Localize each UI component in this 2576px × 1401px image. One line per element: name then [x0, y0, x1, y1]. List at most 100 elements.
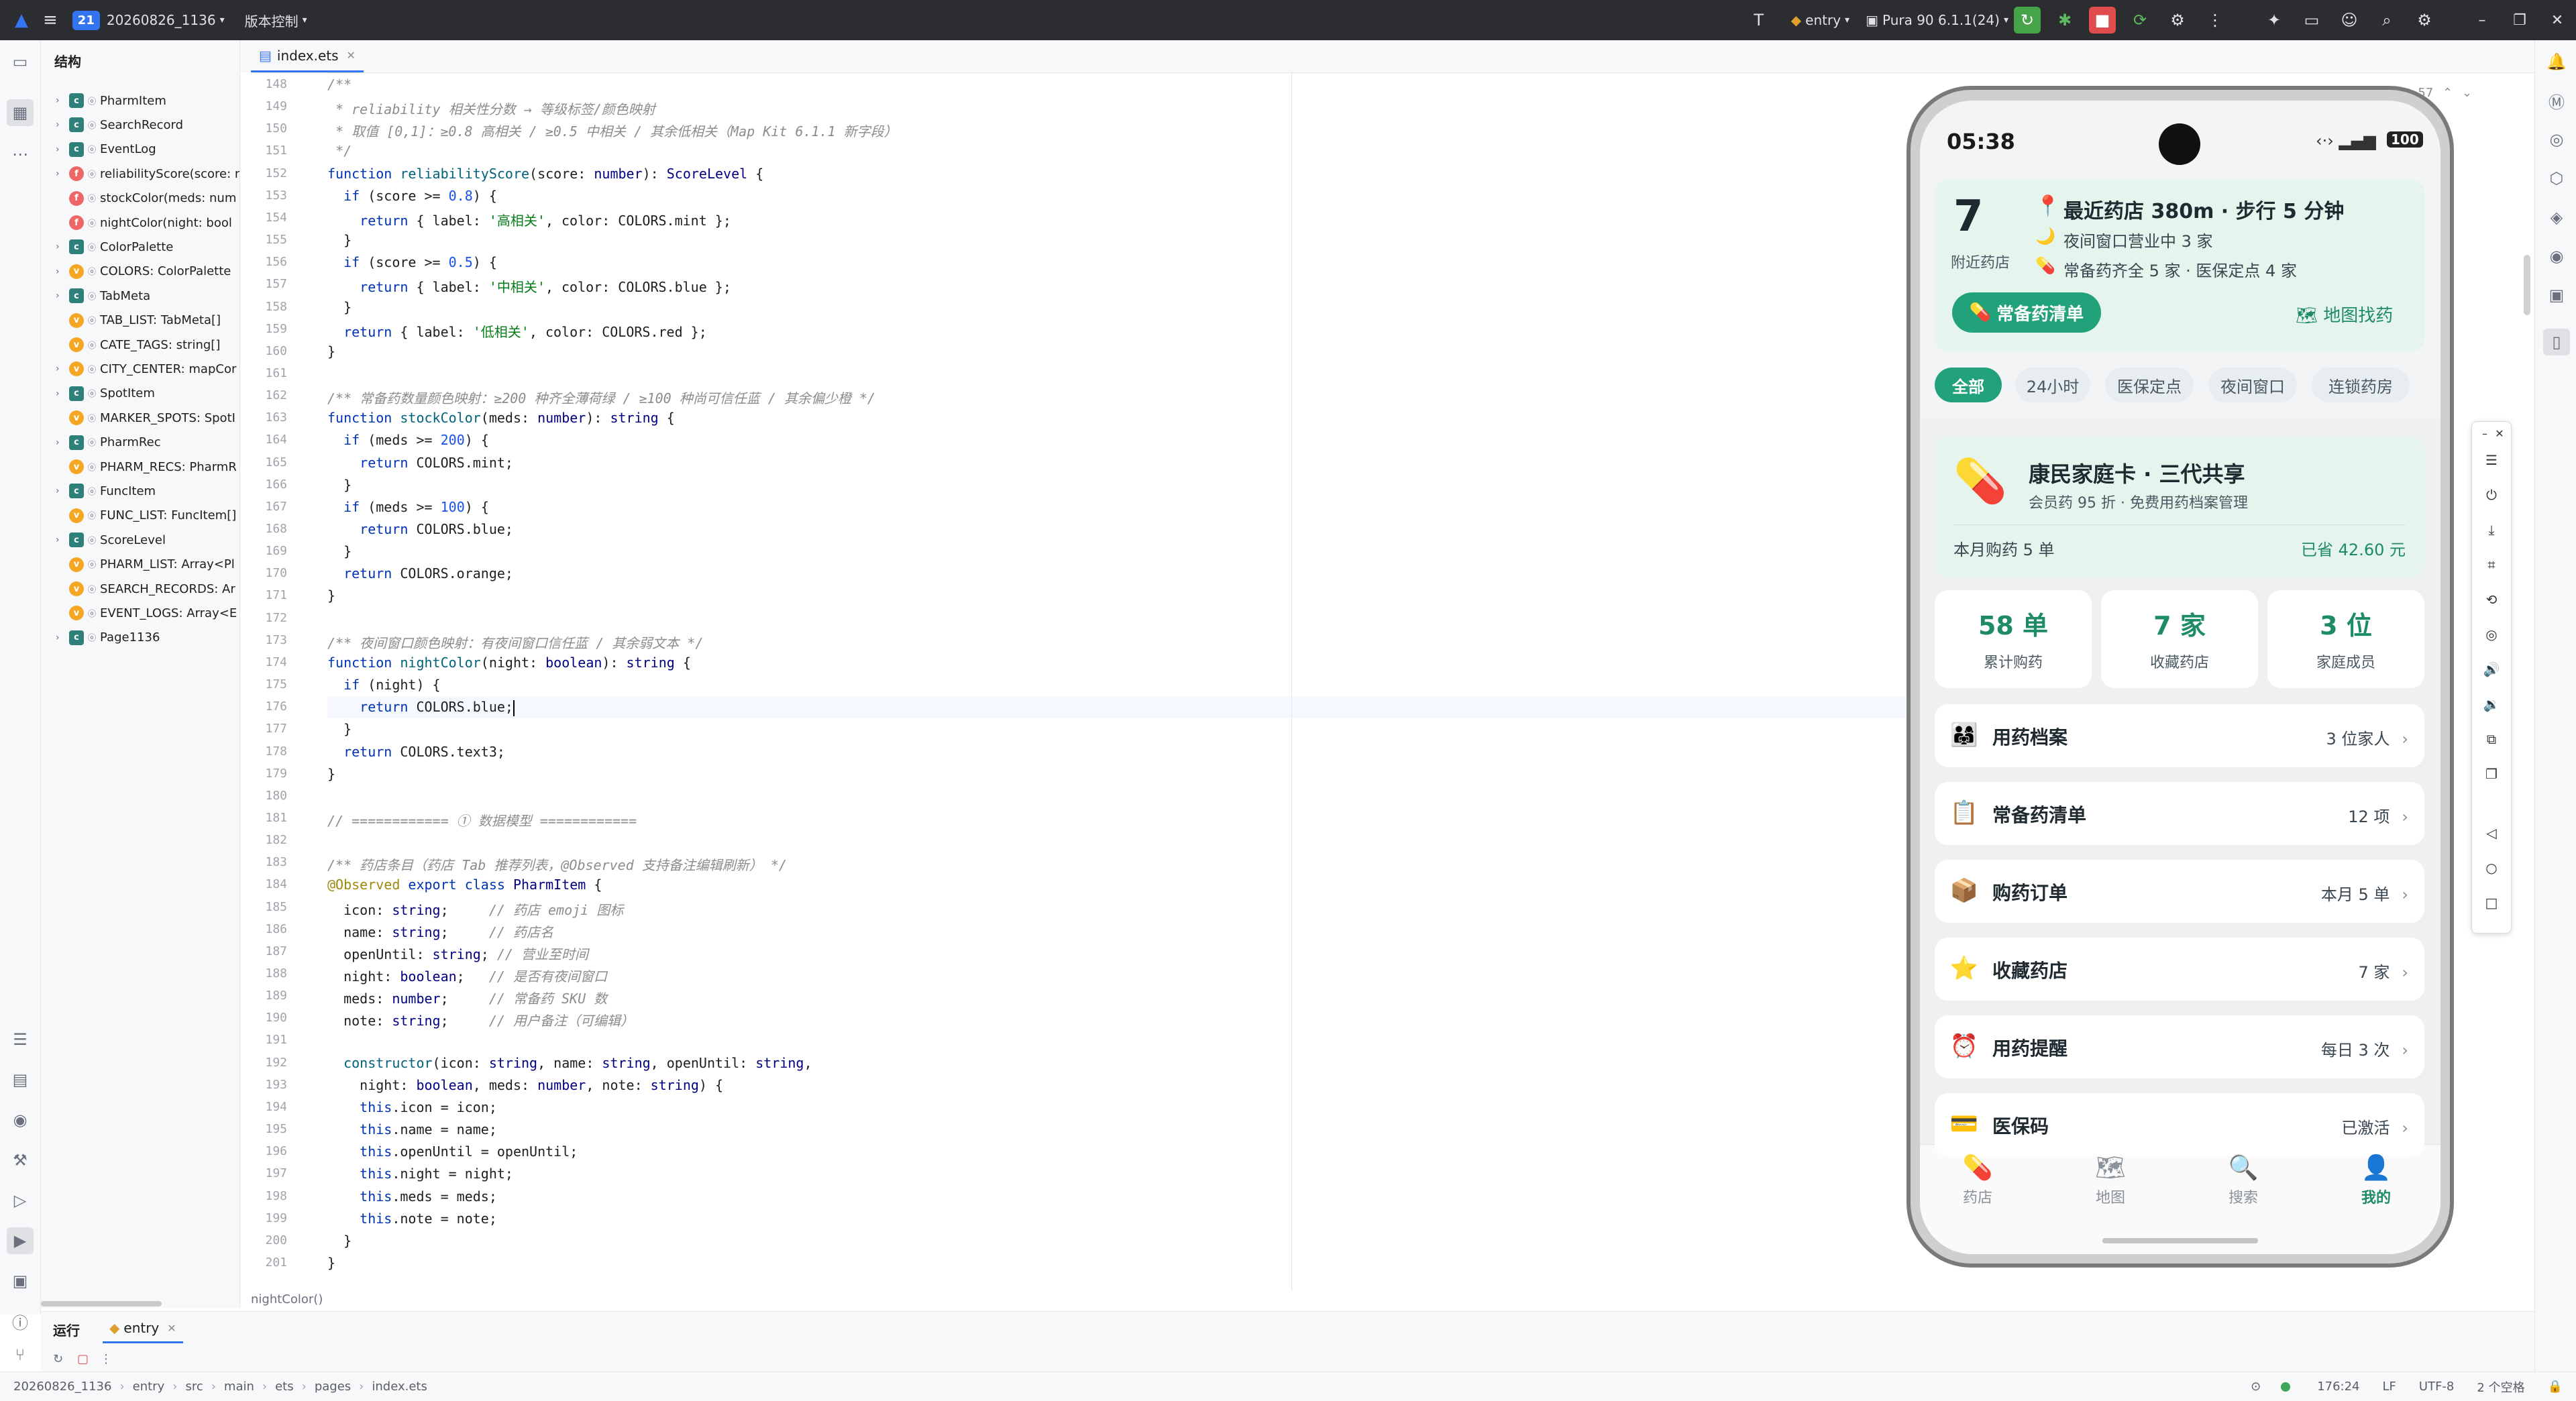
code-line[interactable]: } [327, 299, 352, 315]
path-segment[interactable]: ets [275, 1380, 294, 1394]
chevron-down-icon[interactable]: ⌄ [2462, 86, 2472, 100]
home-icon[interactable]: ○ [2483, 859, 2500, 877]
map-find-link[interactable]: 🗺 地图找药 [2296, 302, 2393, 327]
code-line[interactable]: night: boolean; // 是否有夜间窗口 [327, 966, 607, 985]
filter-chip[interactable]: 24小时 [2015, 368, 2090, 402]
code-line[interactable]: } [327, 1233, 352, 1249]
code-line[interactable]: if (meds >= 200) { [327, 432, 489, 448]
code-line[interactable]: /** 夜间窗口颜色映射：有夜间窗口信任蓝 / 其余弱文本 */ [327, 632, 703, 652]
code-line[interactable]: @Observed export class PharmItem { [327, 877, 602, 893]
code-line[interactable]: } [327, 1255, 335, 1271]
path-segment[interactable]: index.ets [372, 1380, 427, 1394]
code-line[interactable]: note: string; // 用户备注（可编辑） [327, 1010, 634, 1029]
search-icon[interactable]: ⌕ [2373, 7, 2400, 34]
power-icon[interactable]: ⏻ [2483, 486, 2500, 504]
project-selector[interactable]: 21 20260826_1136 ▾ [72, 10, 225, 30]
chevron-right-icon[interactable]: › [56, 486, 69, 496]
structure-item[interactable]: › f ⓞ reliabilityScore(score: n [56, 162, 239, 186]
structure-item[interactable]: › c ⓞ Page1136 [56, 626, 160, 650]
menu-icon[interactable]: ☰ [2483, 451, 2500, 469]
structure-item[interactable]: › c ⓞ PharmRec [56, 431, 161, 455]
code-line[interactable]: name: string; // 药店名 [327, 921, 553, 941]
code-line[interactable]: } [327, 587, 335, 604]
chevron-right-icon[interactable]: › [56, 388, 69, 399]
structure-item[interactable]: › c ⓞ EventLog [56, 137, 156, 162]
nav-item[interactable]: 💊 药店 [1937, 1154, 2018, 1207]
structure-icon[interactable]: ▦ [7, 99, 34, 126]
project-folder-icon[interactable]: ▭ [7, 48, 34, 75]
main-menu-icon[interactable]: ≡ [43, 10, 58, 30]
code-line[interactable]: * 取值 [0,1]：≥0.8 高相关 / ≥0.5 中相关 / 其余低相关（M… [327, 121, 898, 140]
code-line[interactable]: } [327, 477, 352, 493]
structure-item[interactable]: v ⓞ TAB_LIST: TabMeta[] [56, 309, 221, 333]
home-indicator[interactable] [2102, 1238, 2258, 1243]
structure-item[interactable]: › c ⓞ SpotItem [56, 382, 155, 406]
marketplace-icon[interactable]: Ⓜ [2543, 87, 2570, 114]
chevron-right-icon[interactable]: › [56, 535, 69, 545]
code-line[interactable]: night: boolean, meds: number, note: stri… [327, 1077, 723, 1093]
path-segment[interactable]: src [185, 1380, 203, 1394]
debug-icon[interactable]: ✱ [2051, 7, 2078, 34]
inspection-icon[interactable]: ⊙ [2251, 1380, 2261, 1394]
structure-item[interactable]: v ⓞ MARKER_SPOTS: SpotI [56, 406, 235, 430]
run-panel-icon[interactable]: ▶ [7, 1227, 34, 1254]
copy-icon[interactable]: ❐ [2483, 765, 2500, 783]
gear-icon[interactable]: ⚙ [2411, 7, 2438, 34]
services-icon[interactable]: ▷ [7, 1187, 34, 1214]
code-line[interactable]: constructor(icon: string, name: string, … [327, 1055, 812, 1071]
code-line[interactable]: return { label: '中相关', color: COLORS.blu… [327, 276, 731, 296]
emulator-icon[interactable]: ▯ [2543, 329, 2570, 355]
cursor-position[interactable]: 176:24 [2317, 1380, 2359, 1394]
stat-card[interactable]: 58 单累计购药 [1935, 590, 2092, 688]
run-tab-entry[interactable]: ◆ entry ✕ [103, 1314, 183, 1343]
device-manager-icon[interactable]: ⬡ [2543, 165, 2570, 192]
chevron-right-icon[interactable]: › [56, 290, 69, 301]
structure-item[interactable]: v ⓞ PHARM_RECS: PharmR [56, 455, 237, 479]
code-line[interactable]: /** 药店条目（药店 Tab 推荐列表，@Observed 支持备注编辑刷新）… [327, 854, 787, 874]
chevron-right-icon[interactable]: › [56, 144, 69, 155]
code-line[interactable]: this.meds = meds; [327, 1188, 497, 1204]
structure-item[interactable]: › c ⓞ TabMeta [56, 284, 150, 308]
chevron-right-icon[interactable]: › [56, 168, 69, 179]
medicine-list-button[interactable]: 💊 常备药清单 [1952, 292, 2101, 333]
more-vertical-icon[interactable]: ⋮ [2202, 7, 2229, 34]
device-selector[interactable]: ▣ Pura 90 6.1.1(24) ▾ [1866, 12, 2008, 28]
build-icon[interactable]: ⚒ [7, 1147, 34, 1174]
structure-item[interactable]: v ⓞ EVENT_LOGS: Array<E [56, 601, 237, 625]
code-line[interactable]: if (score >= 0.5) { [327, 254, 497, 270]
vcs-menu[interactable]: 版本控制 ▾ [245, 11, 307, 30]
code-line[interactable]: } [327, 721, 352, 737]
nav-item[interactable]: 👤 我的 [2336, 1154, 2416, 1207]
stop-icon[interactable]: ■ [2089, 7, 2116, 34]
line-separator[interactable]: LF [2383, 1380, 2396, 1394]
menu-row[interactable]: 📦 购药订单 本月 5 单 › [1935, 860, 2424, 923]
maximize-icon[interactable]: ❐ [2501, 12, 2538, 29]
code-line[interactable]: function reliabilityScore(score: number)… [327, 166, 763, 182]
editor-scrollbar[interactable] [2524, 255, 2530, 315]
font-icon[interactable]: T [1746, 7, 1772, 34]
chevron-right-icon[interactable]: › [56, 95, 69, 106]
preview-icon[interactable]: ◉ [7, 1107, 34, 1133]
code-line[interactable]: if (night) { [327, 677, 441, 693]
structure-item[interactable]: v ⓞ SEARCH_RECORDS: Ar [56, 577, 235, 601]
minimize-icon[interactable]: – [2463, 12, 2501, 29]
lock-icon[interactable]: 🔒 [2548, 1380, 2563, 1394]
path-segment[interactable]: pages [315, 1380, 351, 1394]
family-card[interactable]: 💊 康民家庭卡 · 三代共享 会员药 95 折 · 免费用药档案管理 本月购药 … [1935, 436, 2424, 577]
ai-assistant-icon[interactable]: ✦ [2261, 7, 2288, 34]
close-icon[interactable]: ✕ [167, 1322, 176, 1335]
close-icon[interactable]: ✕ [347, 49, 356, 62]
structure-item[interactable]: › c ⓞ PharmItem [56, 89, 166, 113]
structure-item[interactable]: › v ⓞ CITY_CENTER: mapCor [56, 357, 236, 381]
structure-item[interactable]: v ⓞ FUNC_LIST: FuncItem[] [56, 504, 236, 528]
indent-setting[interactable]: 2 个空格 [2477, 1378, 2524, 1396]
filter-chip[interactable]: 医保定点 [2105, 368, 2194, 402]
code-line[interactable]: this.note = note; [327, 1211, 497, 1227]
eye-icon[interactable]: ◉ [2543, 243, 2570, 270]
chevron-right-icon[interactable]: › [56, 241, 69, 252]
structure-item[interactable]: › c ⓞ ScoreLevel [56, 528, 166, 552]
code-line[interactable]: return { label: '低相关', color: COLORS.red… [327, 321, 707, 341]
chevron-right-icon[interactable]: › [56, 266, 69, 277]
volume-down-icon[interactable]: 🔉 [2483, 695, 2500, 713]
git-icon[interactable]: ⑂ [7, 1341, 34, 1368]
